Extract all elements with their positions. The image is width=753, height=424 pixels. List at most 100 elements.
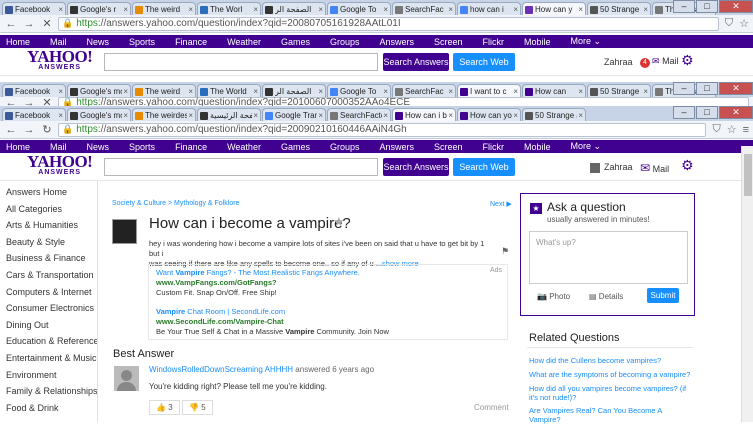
browser-tab[interactable]: The weird ×	[132, 2, 196, 16]
next-link[interactable]: Next ▶	[490, 200, 512, 208]
tab-close-icon[interactable]: ×	[188, 111, 193, 120]
stop-icon[interactable]: ✕	[40, 17, 54, 30]
tab-close-icon[interactable]: ×	[253, 111, 258, 120]
browser-tab[interactable]: Google To ×	[327, 84, 391, 98]
yahoo-answers-logo[interactable]: YAHOO! ANSWERS	[27, 153, 93, 177]
flag-icon[interactable]: ⚑	[501, 246, 509, 257]
url-field[interactable]: 🔒 https://answers.yahoo.com/question/inde…	[58, 122, 707, 137]
tab-close-icon[interactable]: ×	[123, 111, 128, 120]
sidebar-item[interactable]: Environment	[0, 367, 92, 384]
nav-item[interactable]: Groups	[330, 142, 360, 152]
nav-item[interactable]: Home	[6, 142, 30, 152]
nav-item[interactable]: More ⌄	[571, 36, 602, 47]
tab-close-icon[interactable]: ×	[383, 87, 388, 96]
browser-tab[interactable]: الصفحة الر ×	[262, 2, 326, 16]
tab-close-icon[interactable]: ×	[513, 111, 518, 120]
tab-close-icon[interactable]: ×	[448, 87, 453, 96]
nav-item[interactable]: Screen	[434, 142, 463, 152]
gear-icon[interactable]: ⚙	[681, 52, 694, 69]
forward-icon[interactable]: →	[22, 18, 36, 30]
breadcrumb[interactable]: Society & Culture > Mythology & Folklore	[112, 200, 239, 207]
tab-close-icon[interactable]: ×	[318, 5, 323, 14]
tab-close-icon[interactable]: ×	[578, 111, 583, 120]
browser-tab[interactable]: How can y ×	[522, 2, 586, 16]
minimize-icon[interactable]: –	[673, 0, 695, 13]
browser-tab[interactable]: الصفحة الر ×	[262, 84, 326, 98]
nav-item[interactable]: News	[87, 37, 110, 47]
browser-tab[interactable]: The Worl ×	[197, 2, 261, 16]
ask-textarea[interactable]: What's up?	[529, 231, 688, 284]
search-answers-button[interactable]: Search Answers	[383, 158, 449, 176]
ad-2[interactable]: Vampire Chat Room | SecondLife.com www.S…	[156, 307, 389, 337]
star-icon[interactable]: ★	[333, 214, 345, 230]
tab-close-icon[interactable]: ×	[578, 5, 583, 14]
browser-tab[interactable]: Facebook ×	[2, 108, 66, 122]
nav-item[interactable]: Sports	[129, 37, 155, 47]
sidebar-item[interactable]: Education & Reference	[0, 333, 99, 350]
browser-tab[interactable]: 50 Strange ×	[587, 2, 651, 16]
thumbs-down-button[interactable]: 👎 5	[182, 400, 213, 415]
tab-close-icon[interactable]: ×	[383, 5, 388, 14]
thumbs-up-button[interactable]: 👍 3	[149, 400, 180, 415]
tab-close-icon[interactable]: ×	[58, 111, 63, 120]
tab-close-icon[interactable]: ×	[318, 87, 323, 96]
reload-icon[interactable]: ↻	[40, 123, 54, 136]
tab-close-icon[interactable]: ×	[123, 5, 128, 14]
url-field[interactable]: 🔒 https://answers.yahoo.com/question/inde…	[58, 16, 719, 31]
browser-tab[interactable]: The weird ×	[132, 84, 196, 98]
browser-tab[interactable]: SearchFac ×	[392, 84, 456, 98]
minimize-icon[interactable]: –	[673, 106, 695, 119]
nav-item[interactable]: Sports	[129, 142, 155, 152]
tab-close-icon[interactable]: ×	[513, 87, 518, 96]
browser-tab[interactable]: How can i be ×	[392, 108, 456, 122]
tab-close-icon[interactable]: ×	[123, 87, 128, 96]
gear-icon[interactable]: ⚙	[681, 157, 694, 174]
nav-item[interactable]: Mail	[50, 37, 67, 47]
menu-icon[interactable]: ≡	[743, 124, 749, 136]
tab-close-icon[interactable]: ×	[643, 5, 648, 14]
nav-item[interactable]: Finance	[175, 142, 207, 152]
sidebar-item[interactable]: Answers Home	[0, 184, 92, 201]
browser-tab[interactable]: Google's most×	[67, 108, 131, 122]
back-icon[interactable]: ←	[4, 18, 18, 30]
tab-close-icon[interactable]: ×	[58, 87, 63, 96]
yahoo-answers-logo[interactable]: YAHOO! ANSWERS	[27, 48, 93, 72]
nav-item[interactable]: Screen	[434, 37, 463, 47]
close-window-icon[interactable]: ✕	[719, 82, 753, 95]
browser-tab[interactable]: how can i ×	[457, 2, 521, 16]
maximize-icon[interactable]: □	[696, 106, 718, 119]
sidebar-item[interactable]: All Categories	[0, 201, 92, 218]
close-window-icon[interactable]: ✕	[719, 0, 753, 13]
browser-tab[interactable]: I want to c ×	[457, 84, 521, 98]
sidebar-item[interactable]: Business & Finance	[0, 250, 92, 267]
browser-tab[interactable]: SearchFac ×	[392, 2, 456, 16]
tab-close-icon[interactable]: ×	[188, 87, 193, 96]
search-web-button[interactable]: Search Web	[453, 158, 515, 176]
sidebar-item[interactable]: Entertainment & Music	[0, 350, 97, 367]
page-scrollbar[interactable]	[741, 146, 753, 422]
browser-tab[interactable]: الصفحة الرئيسية×	[197, 108, 261, 122]
tab-close-icon[interactable]: ×	[643, 87, 648, 96]
search-input[interactable]	[104, 158, 378, 176]
nav-item[interactable]: Mail	[50, 142, 67, 152]
tab-close-icon[interactable]: ×	[513, 5, 518, 14]
tab-close-icon[interactable]: ×	[318, 111, 323, 120]
nav-item[interactable]: Weather	[227, 37, 261, 47]
tab-close-icon[interactable]: ×	[253, 5, 258, 14]
browser-tab[interactable]: How can you li×	[457, 108, 521, 122]
browser-tab[interactable]: SearchFactory×	[327, 108, 391, 122]
browser-tab[interactable]: The weirdest n×	[132, 108, 196, 122]
browser-tab[interactable]: Facebook ×	[2, 2, 66, 16]
maximize-icon[interactable]: □	[696, 82, 718, 95]
nav-item[interactable]: Flickr	[483, 142, 505, 152]
sidebar-item[interactable]: Consumer Electronics	[0, 300, 94, 317]
star-icon[interactable]: ☆	[727, 123, 737, 136]
browser-tab[interactable]: The World ×	[197, 84, 261, 98]
tab-close-icon[interactable]: ×	[383, 111, 388, 120]
browser-tab[interactable]: Google's r ×	[67, 2, 131, 16]
nav-item[interactable]: Finance	[175, 37, 207, 47]
related-item[interactable]: How did the Cullens become vampires?	[529, 356, 691, 365]
forward-icon[interactable]: →	[22, 124, 36, 136]
ad-1[interactable]: Want Vampire Fangs? - The Most Realistic…	[156, 268, 360, 298]
related-item[interactable]: What are the symptoms of becoming a vamp…	[529, 370, 691, 379]
